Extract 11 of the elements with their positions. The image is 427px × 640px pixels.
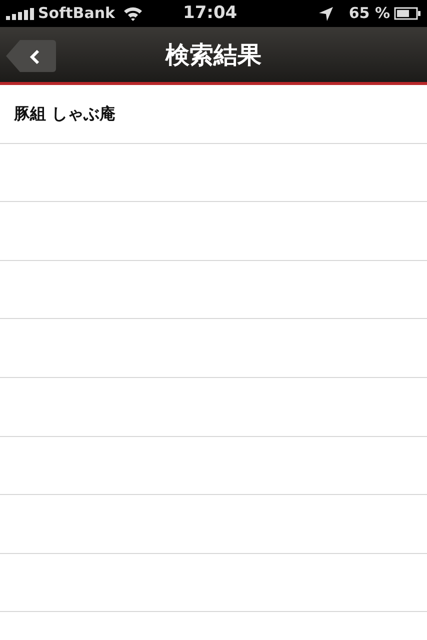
battery-percentage: 65 % — [348, 3, 390, 24]
result-item[interactable]: 豚組 しゃぶ庵 — [0, 85, 427, 144]
clock-time: 17:04 — [183, 2, 238, 25]
back-chevron-icon — [30, 50, 40, 64]
back-button[interactable] — [6, 40, 56, 72]
battery-icon — [394, 7, 421, 20]
location-arrow-icon — [318, 6, 333, 20]
signal-icon — [6, 8, 34, 20]
wifi-icon — [123, 6, 144, 21]
screen-title: 検索結果 — [166, 40, 262, 70]
carrier-name: SoftBank — [38, 3, 116, 24]
